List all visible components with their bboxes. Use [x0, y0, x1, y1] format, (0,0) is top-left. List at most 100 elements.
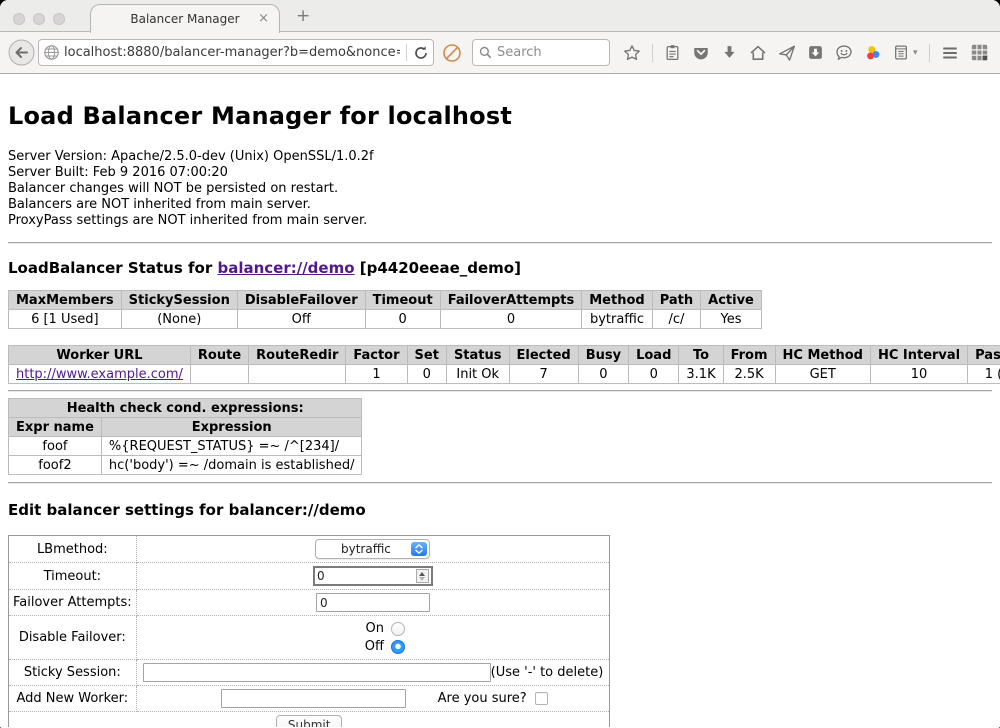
col-status: Status: [446, 346, 509, 365]
pocket-icon[interactable]: [692, 44, 710, 62]
cell-hc-interval: 10: [870, 365, 967, 384]
divider: [8, 390, 992, 392]
page-content: Load Balancer Manager for localhost Serv…: [0, 74, 1000, 727]
reading-list-icon[interactable]: [664, 44, 681, 61]
col-set: Set: [407, 346, 446, 365]
titlebar: Balancer Manager × +: [0, 0, 1000, 32]
health-check-table: Health check cond. expressions: Expr nam…: [8, 398, 362, 475]
tab-title: Balancer Manager: [130, 12, 239, 26]
form-row-disable-failover: Disable Failover: On Off: [9, 616, 610, 660]
balancers-note-line: Balancers are NOT inherited from main se…: [8, 197, 992, 213]
add-new-worker-label: Add New Worker:: [9, 686, 137, 712]
col-route: Route: [190, 346, 248, 365]
extension-square-down-icon[interactable]: [807, 44, 824, 61]
table-row: foof %{REQUEST_STATUS} =~ /^[234]/: [9, 437, 362, 456]
failover-attempts-input[interactable]: [316, 593, 430, 612]
balancer-demo-link[interactable]: balancer://demo: [217, 259, 354, 277]
feedback-smiley-icon[interactable]: [835, 44, 853, 62]
balancer-status-table: MaxMembers StickySession DisableFailover…: [8, 290, 762, 329]
tab-close-icon[interactable]: ×: [258, 11, 269, 26]
menu-icon[interactable]: [941, 44, 959, 62]
tab-grid-icon[interactable]: [970, 43, 989, 62]
form-row-failover: Failover Attempts:: [9, 590, 610, 616]
cell-to: 3.1K: [679, 365, 723, 384]
timeout-input[interactable]: 0: [313, 566, 433, 586]
col-busy: Busy: [578, 346, 628, 365]
window-close-button[interactable]: [13, 13, 25, 25]
status-heading-prefix: LoadBalancer Status for: [8, 259, 217, 277]
bookmark-star-icon[interactable]: [623, 44, 641, 62]
download-icon[interactable]: [721, 44, 738, 61]
notes-panel-icon[interactable]: [893, 44, 909, 61]
content-blocked-icon[interactable]: [442, 43, 462, 63]
tab-balancer-manager[interactable]: Balancer Manager ×: [90, 4, 280, 33]
search-bar[interactable]: [472, 39, 610, 66]
cell-path: /c/: [652, 310, 700, 329]
col-passes: Passes: [968, 346, 1000, 365]
table-title-row: Health check cond. expressions:: [9, 399, 362, 418]
new-tab-button[interactable]: +: [296, 6, 310, 26]
col-failoverattempts: FailoverAttempts: [440, 291, 582, 310]
form-row-lbmethod: LBmethod: bytraffic: [9, 536, 610, 563]
toolbar-separator: [652, 44, 653, 62]
cell-expr-name: foof2: [9, 456, 102, 475]
cell-routeredir: [249, 365, 346, 384]
search-input[interactable]: [497, 45, 597, 60]
home-icon[interactable]: [749, 44, 767, 62]
cell-expr-name: foof: [9, 437, 102, 456]
form-row-submit: Submit: [9, 712, 610, 728]
sticky-session-label: Sticky Session:: [9, 660, 137, 686]
sticky-session-input[interactable]: [143, 663, 491, 682]
disable-failover-off-radio[interactable]: [391, 640, 405, 654]
col-maxmembers: MaxMembers: [9, 291, 122, 310]
url-bar[interactable]: localhost:8880/balancer-manager?b=demo&n…: [38, 39, 434, 66]
radio-on-label: On: [365, 621, 383, 636]
lbmethod-select[interactable]: bytraffic: [315, 539, 430, 559]
chevron-down-icon[interactable]: ▾: [913, 48, 918, 58]
add-new-worker-input[interactable]: [221, 689, 406, 708]
cell-busy: 0: [578, 365, 628, 384]
health-table-title: Health check cond. expressions:: [9, 399, 362, 418]
colors-extension-icon[interactable]: [864, 44, 882, 62]
worker-table: Worker URL Route RouteRedir Factor Set S…: [8, 345, 1000, 384]
table-row: http://www.example.com/ 1 0 Init Ok 7 0 …: [9, 365, 1000, 384]
lbmethod-label: LBmethod:: [9, 536, 137, 563]
number-spinner-icon[interactable]: [416, 569, 429, 583]
window-zoom-button[interactable]: [53, 13, 65, 25]
site-identity-globe-icon[interactable]: [43, 44, 60, 61]
submit-button[interactable]: Submit: [276, 715, 343, 727]
disable-failover-on-radio[interactable]: [391, 622, 405, 636]
cell-route: [190, 365, 248, 384]
cell-load: 0: [629, 365, 679, 384]
back-arrow-icon: [8, 39, 35, 66]
edit-balancer-form: LBmethod: bytraffic Timeout:: [8, 535, 610, 727]
col-path: Path: [652, 291, 700, 310]
are-you-sure-checkbox[interactable]: [535, 692, 548, 705]
failover-attempts-label: Failover Attempts:: [9, 590, 137, 616]
proxypass-note-line: ProxyPass settings are NOT inherited fro…: [8, 213, 992, 229]
window-minimize-button[interactable]: [33, 13, 45, 25]
cell-failoverattempts: 0: [440, 310, 582, 329]
divider: [8, 242, 992, 244]
cell-disablefailover: Off: [237, 310, 365, 329]
col-routeredir: RouteRedir: [249, 346, 346, 365]
send-icon[interactable]: [778, 44, 796, 62]
col-hc-method: HC Method: [775, 346, 870, 365]
col-expr-name: Expr name: [9, 418, 102, 437]
toolbar-separator: [929, 44, 930, 62]
cell-elected: 7: [509, 365, 578, 384]
col-expression: Expression: [101, 418, 362, 437]
radio-off-label: Off: [365, 639, 384, 654]
persist-note-line: Balancer changes will NOT be persisted o…: [8, 181, 992, 197]
col-method: Method: [582, 291, 652, 310]
cell-expression: hc('body') =~ /domain is established/: [101, 456, 362, 475]
status-heading: LoadBalancer Status for balancer://demo …: [8, 259, 992, 277]
worker-url-link[interactable]: http://www.example.com/: [16, 367, 183, 382]
back-button[interactable]: [8, 39, 35, 66]
navigation-toolbar: localhost:8880/balancer-manager?b=demo&n…: [0, 32, 1000, 74]
urlbar-separator: [406, 44, 407, 61]
window-controls[interactable]: [13, 13, 65, 25]
cell-stickysession: (None): [121, 310, 237, 329]
url-text[interactable]: localhost:8880/balancer-manager?b=demo&n…: [64, 45, 400, 60]
reload-icon[interactable]: [413, 45, 429, 61]
